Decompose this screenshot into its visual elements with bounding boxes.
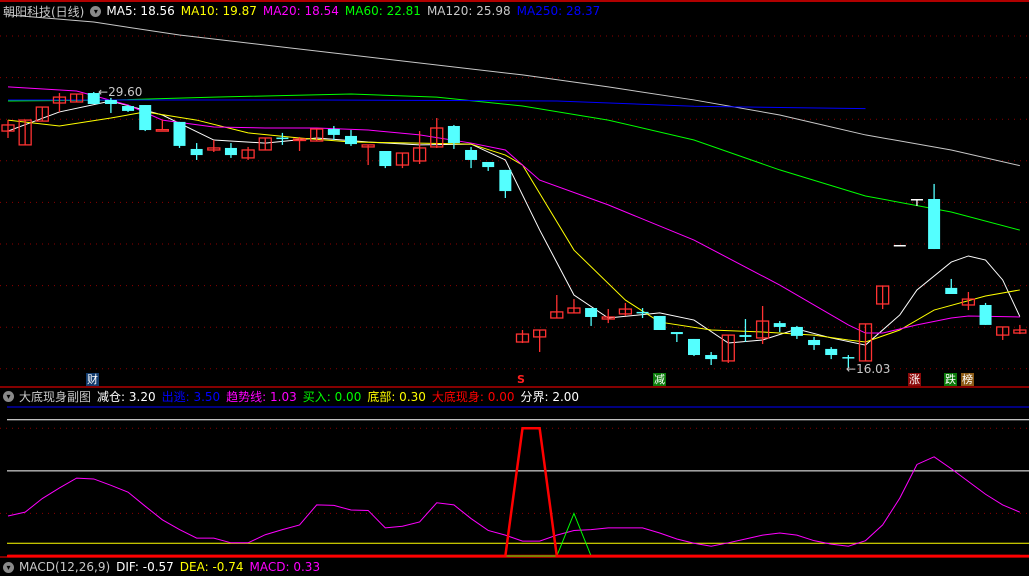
candle-body bbox=[688, 338, 700, 356]
candle-body bbox=[190, 148, 203, 156]
candle-body bbox=[790, 326, 803, 336]
candle-body bbox=[808, 339, 821, 346]
candle-body bbox=[670, 332, 683, 335]
sub-label: 买入: 0.00 bbox=[302, 389, 362, 404]
low-price-value: 16.03 bbox=[856, 362, 891, 376]
ma-label: MA250: 28.37 bbox=[516, 4, 601, 18]
marker-sell[interactable]: S bbox=[516, 373, 526, 386]
high-price-value: 29.60 bbox=[108, 85, 143, 99]
sub-line bbox=[8, 427, 1020, 558]
candle-body bbox=[173, 121, 186, 146]
candle-body bbox=[224, 147, 237, 156]
candle-body bbox=[345, 135, 357, 145]
ma-line-ma20 bbox=[7, 86, 1020, 334]
candle-body bbox=[155, 128, 170, 132]
ma-line-ma5 bbox=[7, 100, 1021, 346]
chevron-down-icon[interactable]: ▾ bbox=[3, 390, 14, 402]
ma-label: MA5: 18.56 bbox=[106, 4, 175, 18]
candle-body bbox=[739, 335, 752, 337]
chevron-down-icon[interactable]: ▾ bbox=[3, 561, 14, 573]
sub-label: 趋势线: 1.03 bbox=[226, 389, 297, 404]
macd-label: DIF: -0.57 bbox=[116, 560, 174, 574]
sub-header: ▾ 大底现身副图 减仓: 3.20 出逃: 3.50 趋势线: 1.03 买入:… bbox=[3, 387, 585, 405]
candle-body bbox=[773, 323, 786, 327]
candle-body bbox=[636, 311, 649, 314]
marker-rise[interactable]: 涨 bbox=[908, 373, 921, 386]
chevron-down-icon[interactable]: ▾ bbox=[90, 5, 102, 17]
ma-line-ma10 bbox=[7, 111, 1020, 343]
sub-label: 出逃: 3.50 bbox=[161, 389, 221, 404]
candle-body bbox=[482, 161, 495, 168]
candle-body bbox=[928, 199, 941, 250]
marker-finance[interactable]: 财 bbox=[86, 373, 99, 386]
sub-label: 减仓: 3.20 bbox=[97, 389, 156, 404]
candle-body bbox=[379, 150, 392, 167]
sub-label: 分界: 2.00 bbox=[520, 389, 580, 404]
candle-body bbox=[653, 315, 666, 331]
candle-body bbox=[705, 355, 718, 360]
ma-label: MA120: 25.98 bbox=[426, 4, 511, 18]
sub-label: 底部: 0.30 bbox=[367, 389, 426, 404]
high-price-label: ←29.60 bbox=[98, 85, 143, 99]
candle-body bbox=[842, 357, 855, 359]
macd-label: MACD: 0.33 bbox=[249, 560, 321, 574]
candle-body bbox=[276, 137, 289, 140]
marker-fall[interactable]: 跌 bbox=[944, 373, 957, 386]
candle-body bbox=[893, 244, 906, 247]
candle-body bbox=[945, 287, 958, 294]
candle-body bbox=[139, 105, 152, 131]
candle-body bbox=[825, 348, 838, 356]
candle-body bbox=[122, 106, 135, 111]
candle-body bbox=[104, 99, 117, 105]
candle-body bbox=[585, 308, 598, 317]
sub-title: 大底现身副图 bbox=[19, 389, 92, 404]
macd-header: ▾ MACD(12,26,9) DIF: -0.57 DEA: -0.74 MA… bbox=[3, 558, 326, 576]
candle-body bbox=[327, 129, 340, 135]
marker-reduce[interactable]: 减 bbox=[653, 373, 666, 386]
macd-label: MACD(12,26,9) bbox=[19, 560, 111, 574]
ma-label: MA10: 19.87 bbox=[180, 4, 257, 18]
main-header: 朝阳科技(日线) ▾ MA5: 18.56 MA10: 19.87 MA20: … bbox=[3, 2, 606, 20]
ma-label: MA60: 22.81 bbox=[344, 4, 421, 18]
ma-label: MA20: 18.54 bbox=[262, 4, 339, 18]
sub-label: 大底现身: 0.00 bbox=[431, 389, 515, 404]
macd-label: DEA: -0.74 bbox=[179, 560, 244, 574]
main-title: 朝阳科技(日线) bbox=[3, 4, 85, 19]
kline-chart[interactable] bbox=[0, 0, 1029, 566]
ma-line-ma120 bbox=[7, 14, 1020, 167]
candle-body bbox=[979, 304, 992, 325]
candle-body bbox=[910, 199, 923, 201]
low-price-label: ←16.03 bbox=[846, 362, 891, 376]
candle-body bbox=[499, 169, 512, 192]
candle-body bbox=[465, 149, 478, 160]
candle-body bbox=[447, 125, 460, 144]
sub-line bbox=[505, 512, 592, 557]
marker-rank[interactable]: 榜 bbox=[961, 373, 974, 386]
